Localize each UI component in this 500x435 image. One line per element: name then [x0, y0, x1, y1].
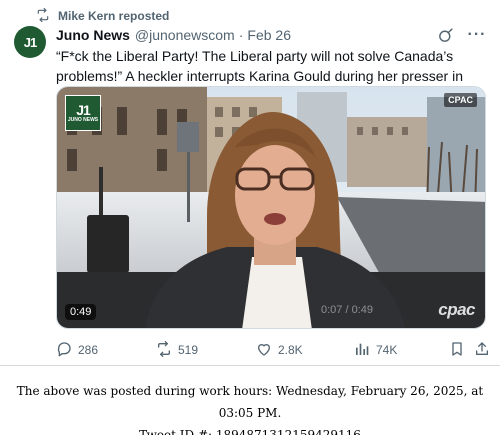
repost-indicator[interactable]: Mike Kern reposted — [36, 7, 170, 25]
repost-count: 519 — [178, 343, 199, 357]
caption-block: The above was posted during work hours: … — [0, 380, 500, 435]
share-icon — [474, 341, 490, 360]
video-player[interactable]: J1 JUNO NEWS CPAC 0:49 0:07 / 0:49 cpac — [56, 86, 486, 329]
repost-action-icon — [156, 340, 172, 360]
repost-button[interactable]: 519 — [156, 340, 199, 360]
like-button[interactable]: 2.8K — [256, 341, 303, 360]
separator-dot: · — [238, 27, 244, 43]
bookmark-icon — [449, 341, 465, 360]
caption-tweet-id: Tweet ID #: 1894871312159429116 — [139, 428, 361, 435]
reply-icon — [56, 341, 72, 360]
repost-icon — [36, 7, 50, 25]
share-button[interactable] — [474, 341, 490, 360]
reply-button[interactable]: 286 — [56, 341, 98, 360]
tweet-card[interactable]: Mike Kern reposted J1 Juno News @junonew… — [0, 0, 500, 366]
juno-news-logo: J1 JUNO NEWS — [65, 95, 101, 131]
tweet-header: Juno News @junonewscom · Feb 26 ··· — [56, 26, 486, 44]
video-duration: 0:49 — [65, 304, 97, 320]
video-frame — [57, 87, 485, 328]
cpac-watermark: cpac — [438, 300, 475, 319]
action-bar: 286 519 2.8K 74K — [56, 339, 488, 361]
reply-count: 286 — [78, 343, 99, 357]
author-name[interactable]: Juno News — [56, 27, 130, 43]
cpac-badge: CPAC — [444, 93, 477, 107]
author-handle[interactable]: @junonewscom — [135, 27, 235, 43]
repost-label: Mike Kern reposted — [58, 9, 170, 23]
tweet-date[interactable]: Feb 26 — [247, 27, 291, 43]
like-count: 2.8K — [278, 343, 303, 357]
grok-icon[interactable] — [436, 26, 454, 44]
avatar[interactable]: J1 — [14, 26, 46, 58]
analytics-icon — [354, 341, 370, 360]
caption-posted-time: The above was posted during work hours: … — [16, 384, 484, 420]
more-options-icon[interactable]: ··· — [468, 26, 486, 44]
heart-icon — [256, 341, 272, 360]
video-timecode: 0:07 / 0:49 — [321, 304, 373, 316]
views-button[interactable]: 74K — [354, 341, 397, 360]
view-count: 74K — [376, 343, 398, 357]
bookmark-button[interactable] — [449, 341, 465, 360]
